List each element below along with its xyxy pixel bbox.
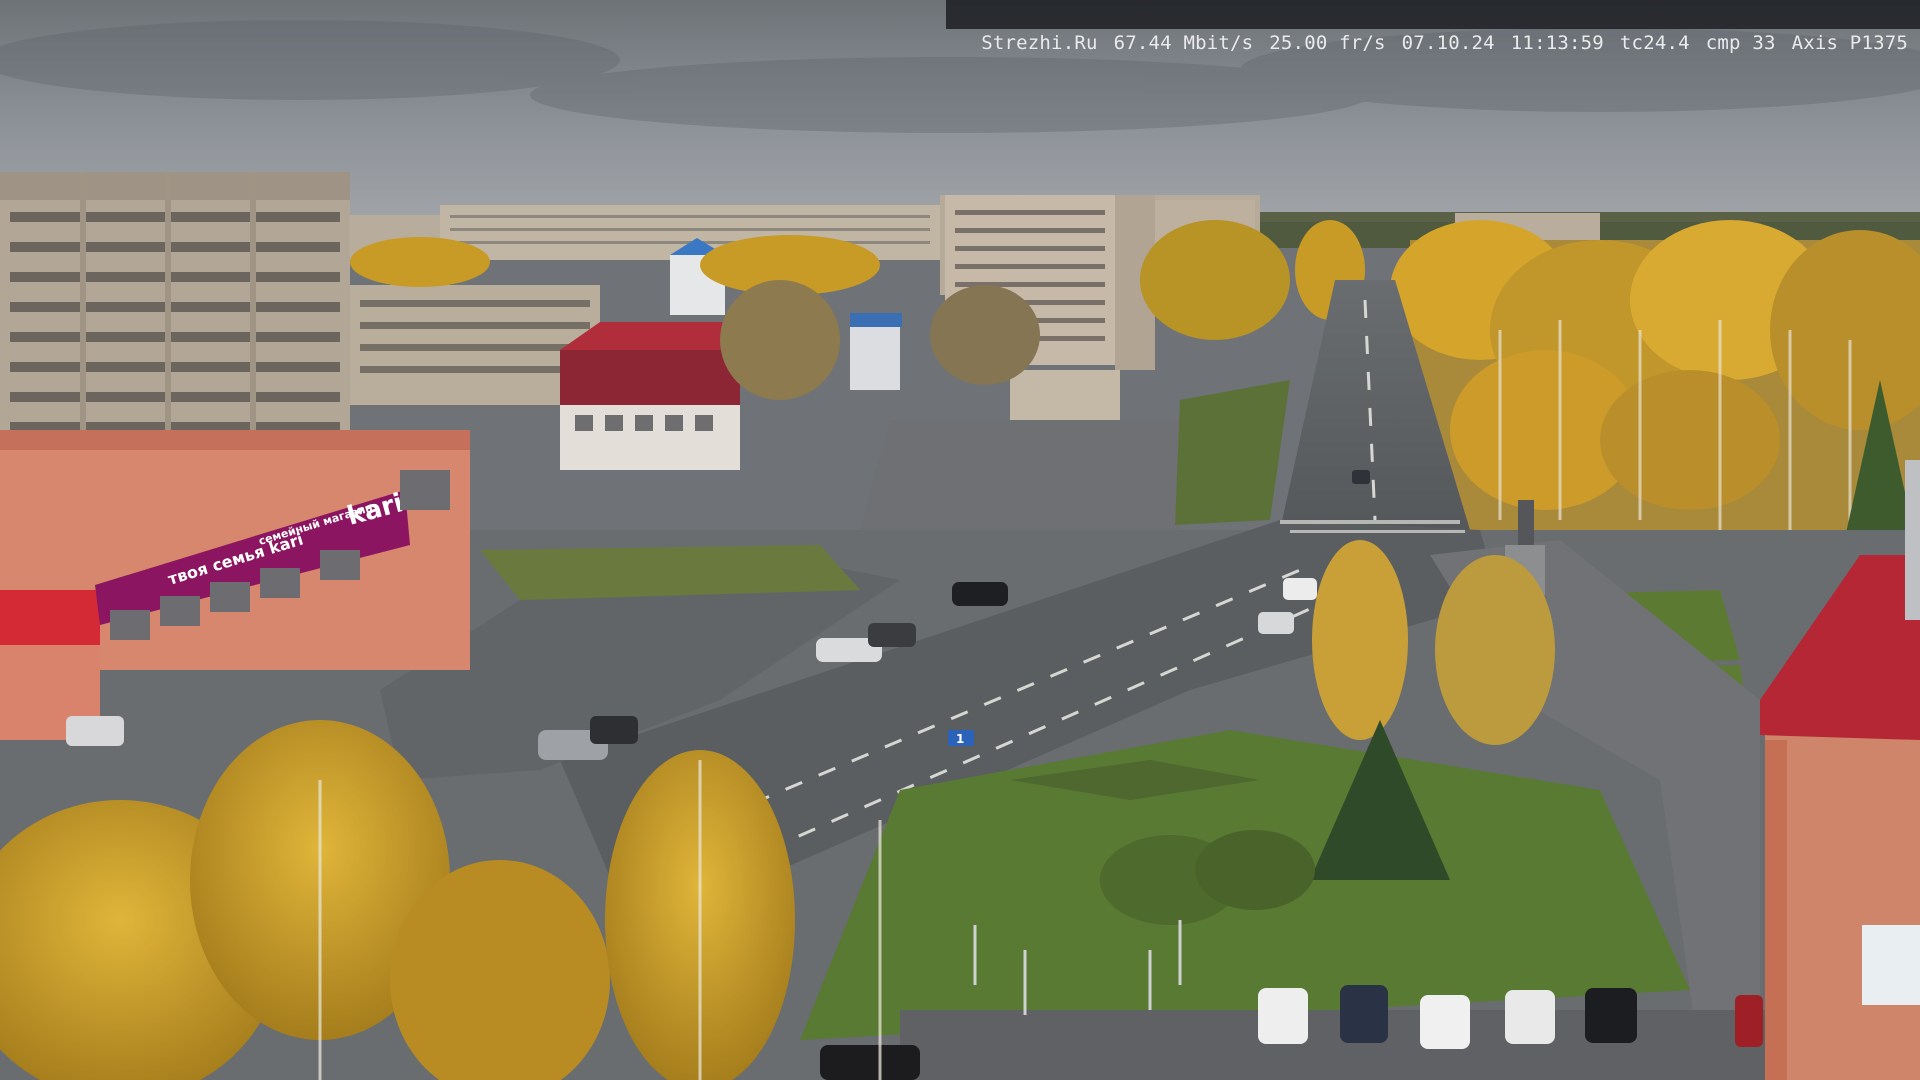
osd-cmp: cmp 33 — [1705, 32, 1776, 54]
road-sign: 1 — [948, 730, 974, 746]
right-forest — [1390, 220, 1920, 560]
osd-camera-model: Axis P1375 — [1791, 32, 1908, 54]
grass-strip-center — [1175, 380, 1290, 525]
camera-scene: kari твоя семья kari семейный магазин 1 — [0, 0, 1920, 1080]
red-roof-building — [560, 322, 745, 470]
blue-roof-building — [850, 320, 900, 390]
road-sign-number: 1 — [956, 732, 964, 746]
osd-site: Strezhi.Ru — [981, 32, 1098, 54]
osd-time: 11:13:59 — [1510, 32, 1604, 54]
camera-osd-overlay: Strezhi.Ru 67.44 Mbit/s 25.00 fr/s 07.10.24… — [945, 0, 1920, 54]
osd-bitrate: 67.44 Mbit/s — [1113, 32, 1254, 54]
plaza — [860, 420, 1210, 530]
osd-tc: tc24.4 — [1619, 32, 1690, 54]
osd-date: 07.10.24 — [1401, 32, 1495, 54]
osd-framerate: 25.00 fr/s — [1269, 32, 1386, 54]
